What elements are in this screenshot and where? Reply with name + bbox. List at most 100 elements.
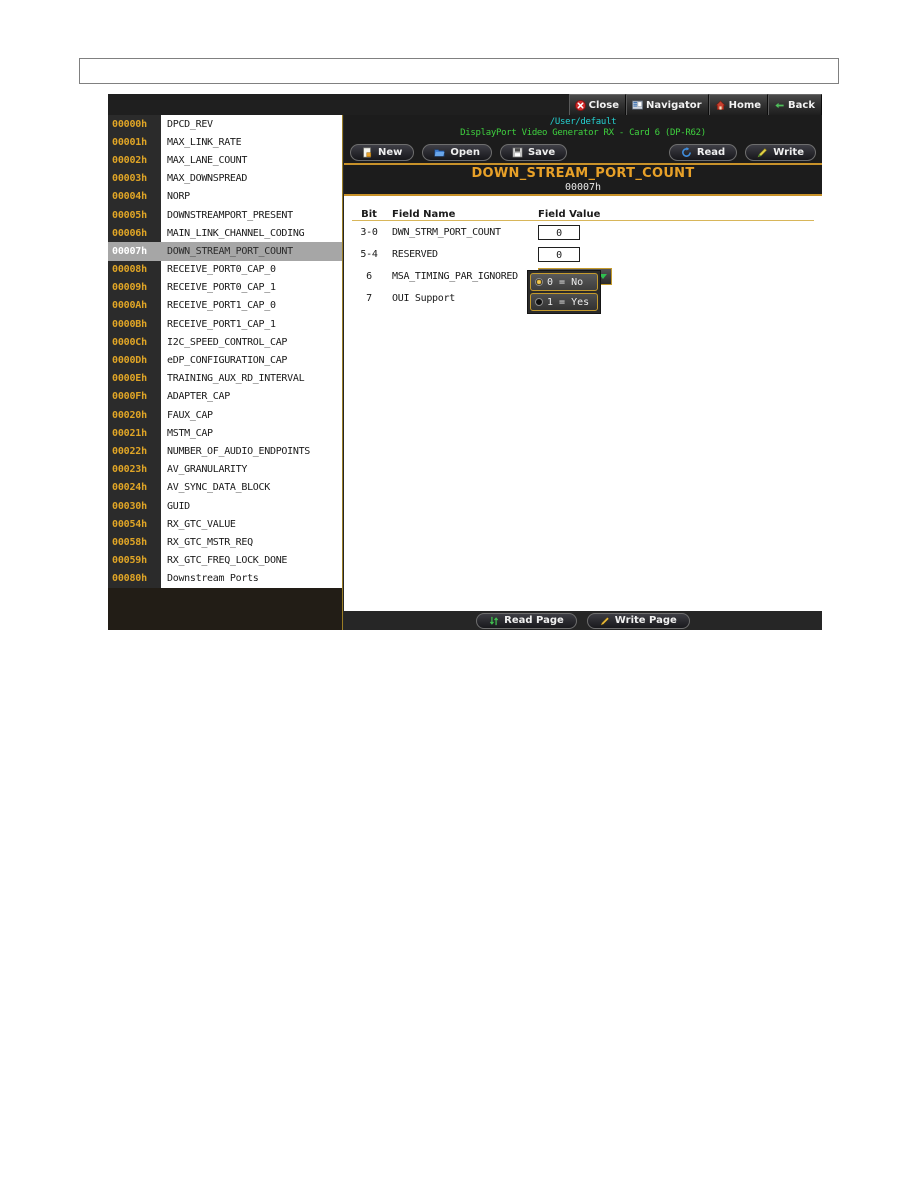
register-list-item[interactable]: 0000Bh RECEIVE_PORT1_CAP_1 [108, 315, 342, 334]
pencil-write-icon [757, 148, 768, 158]
close-button[interactable]: Close [568, 94, 627, 115]
register-address-cell: 00080h [108, 569, 161, 588]
field-value-cell: 0 [532, 224, 814, 240]
register-list-item[interactable]: 00022h NUMBER_OF_AUDIO_ENDPOINTS [108, 442, 342, 461]
new-file-icon [363, 147, 372, 158]
register-address-cell: 00007h [108, 242, 161, 261]
back-button-label: Back [788, 99, 815, 111]
register-list-item[interactable]: 00021h MSTM_CAP [108, 424, 342, 443]
register-list-item[interactable]: 00054h RX_GTC_VALUE [108, 515, 342, 534]
register-name-cell: RECEIVE_PORT1_CAP_1 [161, 315, 342, 334]
radio-icon [535, 298, 543, 306]
save-button-label: Save [527, 147, 556, 158]
register-name-cell: MSTM_CAP [161, 424, 342, 443]
write-button-label: Write [773, 147, 804, 158]
register-address: 00007h [564, 182, 602, 193]
register-list-item[interactable]: 00001h MAX_LINK_RATE [108, 133, 342, 152]
register-address-cell: 00054h [108, 515, 161, 534]
register-name-cell: RECEIVE_PORT0_CAP_1 [161, 278, 342, 297]
register-list-item[interactable]: 00003h MAX_DOWNSPREAD [108, 169, 342, 188]
new-button[interactable]: New [350, 144, 415, 161]
register-address-cell: 00030h [108, 496, 161, 516]
register-list-item[interactable]: 00007h DOWN_STREAM_PORT_COUNT [108, 242, 342, 261]
register-list-item[interactable]: 00059h RX_GTC_FREQ_LOCK_DONE [108, 551, 342, 570]
back-button[interactable]: Back [768, 94, 822, 115]
register-address-cell: 00006h [108, 224, 161, 243]
register-list-item[interactable]: 00058h RX_GTC_MSTR_REQ [108, 533, 342, 552]
field-table: Bit Field Name Field Value 3-0 DWN_STRM_P… [344, 196, 822, 611]
register-address-cell: 00058h [108, 533, 161, 552]
register-title: DOWN_STREAM_PORT_COUNT [471, 166, 695, 181]
register-list-item[interactable]: 00024h AV_SYNC_DATA_BLOCK [108, 478, 342, 497]
register-name-cell: AV_GRANULARITY [161, 460, 342, 479]
home-button-label: Home [728, 99, 762, 111]
register-name-cell: MAX_LANE_COUNT [161, 151, 342, 170]
read-button[interactable]: Read [668, 144, 738, 161]
register-name-cell: TRAINING_AUX_RD_INTERVAL [161, 369, 342, 388]
register-list-item[interactable]: 00030h GUID [108, 496, 342, 516]
register-list-item[interactable]: 00008h RECEIVE_PORT0_CAP_0 [108, 260, 342, 279]
register-name-cell: DOWNSTREAMPORT_PRESENT [161, 205, 342, 225]
register-name-cell: RX_GTC_MSTR_REQ [161, 533, 342, 552]
register-list-item[interactable]: 0000Fh ADAPTER_CAP [108, 387, 342, 406]
register-list-item[interactable]: 0000Dh eDP_CONFIGURATION_CAP [108, 351, 342, 370]
register-name-cell: NUMBER_OF_AUDIO_ENDPOINTS [161, 442, 342, 461]
open-folder-icon [434, 149, 445, 157]
user-path-label: /User/default [549, 117, 617, 127]
read-page-button-label: Read Page [504, 615, 564, 626]
register-list-item[interactable]: 0000Ah RECEIVE_PORT1_CAP_0 [108, 296, 342, 316]
home-icon [714, 99, 726, 110]
radio-icon [535, 278, 543, 286]
field-row: 5-4 RESERVED 0 [352, 243, 814, 265]
register-list-item[interactable]: 0000Ch I2C_SPEED_CONTROL_CAP [108, 333, 342, 352]
register-list-item[interactable]: 00009h RECEIVE_PORT0_CAP_1 [108, 278, 342, 297]
register-name-cell: FAUX_CAP [161, 406, 342, 425]
save-button[interactable]: Save [499, 144, 568, 161]
register-address-cell: 0000Eh [108, 369, 161, 388]
field-value-cell: 0 [532, 246, 814, 262]
register-name-cell: ADAPTER_CAP [161, 387, 342, 406]
register-name-cell: AV_SYNC_DATA_BLOCK [161, 478, 342, 497]
register-list-item[interactable]: 00002h MAX_LANE_COUNT [108, 151, 342, 170]
dropdown-option[interactable]: 1 = Yes [530, 293, 598, 311]
register-list-item[interactable]: 00080h Downstream Ports [108, 569, 342, 588]
register-title-block: DOWN_STREAM_PORT_COUNT 00007h [344, 165, 822, 196]
register-list-item[interactable]: 00020h FAUX_CAP [108, 406, 342, 425]
open-button[interactable]: Open [422, 144, 492, 161]
navigator-icon [632, 100, 643, 110]
close-button-label: Close [588, 99, 620, 111]
read-page-button[interactable]: Read Page [476, 612, 577, 629]
register-address-cell: 00059h [108, 551, 161, 570]
field-value-input[interactable]: 0 [538, 224, 580, 240]
field-name: DWN_STRM_PORT_COUNT [392, 226, 501, 238]
field-value-input[interactable]: 0 [538, 246, 580, 262]
register-name-cell: RECEIVE_PORT1_CAP_0 [161, 296, 342, 316]
register-name-cell: eDP_CONFIGURATION_CAP [161, 351, 342, 370]
pencil-icon [600, 616, 609, 625]
register-address-cell: 0000Fh [108, 387, 161, 406]
register-address-cell: 00009h [108, 278, 161, 297]
navigator-button-label: Navigator [646, 99, 702, 111]
register-list-item[interactable]: 00004h NORP [108, 187, 342, 206]
register-list[interactable]: 00000h DPCD_REV 00001h MAX_LINK_RATE 00002h M… [108, 115, 343, 611]
register-list-item[interactable]: 00023h AV_GRANULARITY [108, 460, 342, 479]
home-button[interactable]: Home [708, 94, 769, 115]
write-page-button[interactable]: Write Page [586, 612, 690, 629]
register-list-item[interactable]: 00006h MAIN_LINK_CHANNEL_CODING [108, 224, 342, 243]
register-name-cell: Downstream Ports [161, 569, 342, 588]
column-header-bit: Bit [361, 209, 377, 220]
dropdown-option[interactable]: 0 = No [530, 273, 598, 291]
navigator-button[interactable]: Navigator [626, 94, 709, 115]
register-address-cell: 00021h [108, 424, 161, 443]
write-button[interactable]: Write [745, 144, 816, 161]
register-list-item[interactable]: 00000h DPCD_REV [108, 115, 342, 134]
combo-option-list[interactable]: 0 = No 1 = Yes [527, 270, 601, 314]
register-name-cell: RECEIVE_PORT0_CAP_0 [161, 260, 342, 279]
application-window: Close Navigator Home Back 00000h DPCD_RE… [108, 94, 822, 630]
register-address-cell: 00023h [108, 460, 161, 479]
column-header-field-value: Field Value [538, 209, 601, 220]
register-list-item[interactable]: 0000Eh TRAINING_AUX_RD_INTERVAL [108, 369, 342, 388]
register-list-item[interactable]: 00005h DOWNSTREAMPORT_PRESENT [108, 205, 342, 225]
register-address-cell: 00008h [108, 260, 161, 279]
register-name-cell: MAX_DOWNSPREAD [161, 169, 342, 188]
